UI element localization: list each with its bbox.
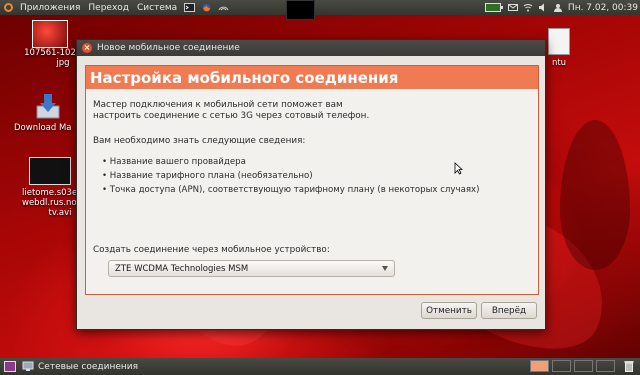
panel-clock[interactable]: Пн. 7.02, 00:39 <box>568 3 638 13</box>
info-label: Вам необходимо знать следующие сведения: <box>93 136 306 146</box>
window-thumbnail <box>286 0 315 20</box>
forward-button[interactable]: Вперёд <box>481 302 537 319</box>
taskbar-label: Сетевые соединения <box>38 361 139 372</box>
terminal-icon[interactable] <box>184 3 196 12</box>
bullet-plan: • Название тарифного плана (необязательн… <box>102 171 313 181</box>
desktop-icon-video[interactable]: lietome.s03e webdl.rus.nova tv.avi <box>18 157 87 218</box>
workspace-4[interactable] <box>596 360 615 372</box>
desktop-icon-label: lietome.s03e <box>22 188 78 198</box>
desktop-icon-right[interactable]: ntu <box>544 28 574 68</box>
trash-icon[interactable] <box>624 360 634 372</box>
desktop-icon-label: 107561-102 <box>24 48 76 58</box>
menu-system[interactable]: Система <box>133 3 181 13</box>
close-icon[interactable]: × <box>82 43 92 53</box>
intro-text-line-1: Мастер подключения к мобильной сети помо… <box>93 100 343 110</box>
desktop-icon-download[interactable]: Download Ma <box>14 92 82 133</box>
bullet-provider: • Название вашего провайдера <box>102 157 246 167</box>
network-icon[interactable] <box>218 3 229 12</box>
desktop-icon-label: webdl.rus.nova <box>22 198 87 208</box>
volume-icon[interactable] <box>538 3 548 12</box>
show-desktop-icon[interactable] <box>4 361 16 372</box>
file-icon <box>548 28 570 55</box>
mouse-pointer-icon <box>454 162 463 175</box>
bottom-panel: Сетевые соединения <box>0 358 640 375</box>
firefox-icon[interactable] <box>201 3 212 12</box>
menu-applications[interactable]: Приложения <box>16 3 84 13</box>
wifi-icon[interactable] <box>523 3 533 12</box>
desktop-icon-label: tv.avi <box>48 208 72 218</box>
device-label: Создать соединение через мобильное устро… <box>93 245 330 255</box>
bullet-apn: • Точка доступа (APN), соответствующую т… <box>102 185 480 195</box>
new-mobile-connection-dialog: × Новое мобильное соединение Настройка м… <box>76 39 546 330</box>
network-connections-icon <box>22 361 34 371</box>
window-title: Новое мобильное соединение <box>97 43 240 53</box>
workspace-2[interactable] <box>552 360 571 372</box>
intro-text-line-2: настроить соединение с сетью 3G через со… <box>93 111 370 121</box>
desktop-icon-label: jpg <box>56 58 70 68</box>
desktop-icon-label: Download Ma <box>14 123 72 133</box>
chevron-down-icon <box>382 266 388 271</box>
cancel-button[interactable]: Отменить <box>421 302 477 319</box>
menu-places[interactable]: Переход <box>84 3 133 13</box>
device-select[interactable]: ZTE WCDMA Technologies MSM <box>108 260 395 277</box>
device-select-value: ZTE WCDMA Technologies MSM <box>115 263 249 274</box>
dialog-titlebar[interactable]: × Новое мобильное соединение <box>77 40 545 56</box>
download-icon <box>36 94 60 119</box>
taskbar-button-network[interactable]: Сетевые соединения <box>22 359 138 374</box>
top-panel: Приложения Переход Система Пн. 7.02, 00:… <box>0 0 640 15</box>
page-heading: Настройка мобильного соединения <box>86 66 538 89</box>
mail-icon[interactable] <box>507 3 518 12</box>
assistant-page: Настройка мобильного соединения Мастер п… <box>85 65 539 295</box>
desktop-icon-label: ntu <box>551 58 567 68</box>
workspace-3[interactable] <box>574 360 593 372</box>
video-file-icon <box>29 157 71 185</box>
wallpaper-shape <box>560 120 630 270</box>
desktop-icon-image[interactable]: 107561-102 jpg <box>18 20 82 68</box>
image-thumbnail-icon <box>32 20 68 48</box>
battery-icon[interactable] <box>484 3 503 12</box>
workspace-1[interactable] <box>530 360 549 372</box>
user-icon[interactable] <box>553 3 563 12</box>
ubuntu-logo-icon[interactable] <box>4 3 13 12</box>
